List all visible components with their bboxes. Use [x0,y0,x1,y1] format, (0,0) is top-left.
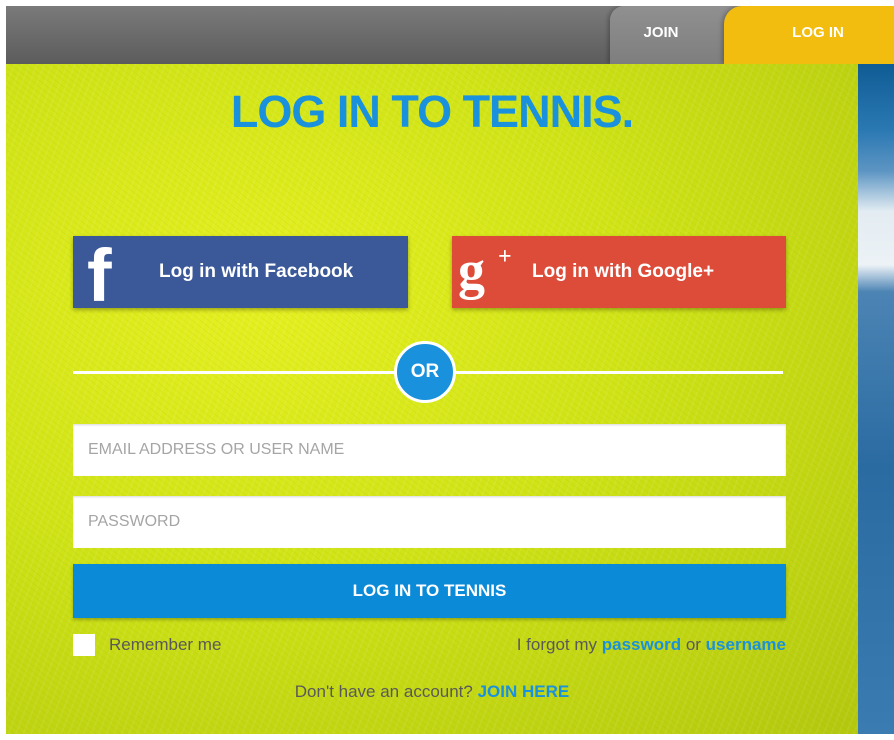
email-field[interactable] [73,424,786,476]
page-title: LOG IN TO TENNIS. [230,86,634,137]
google-plus-icon-plus: + [498,244,512,270]
signup-prefix: Don't have an account? [294,682,478,701]
forgot-credentials-text: I forgot my password or username [517,635,786,655]
join-here-link[interactable]: JOIN HERE [478,682,570,701]
forgot-middle: or [681,635,706,654]
background-edge-image [858,64,894,734]
forgot-password-link[interactable]: password [602,635,681,654]
remember-me-label: Remember me [109,635,222,654]
password-field[interactable] [73,496,786,548]
page-frame: JOIN LOG IN LOG IN TO TENNIS. f Log in w… [6,6,894,734]
tab-login[interactable]: LOG IN [724,6,894,64]
facebook-login-button[interactable]: f Log in with Facebook [73,234,408,317]
google-plus-login-label: Log in with Google+ [532,261,715,282]
facebook-login-label: Log in with Facebook [159,261,354,282]
tab-join[interactable]: JOIN [610,6,740,64]
remember-me-checkbox[interactable] [73,634,95,656]
forgot-prefix: I forgot my [516,635,602,654]
google-plus-icon: g [458,240,485,300]
facebook-icon: f [87,234,112,317]
or-badge: OR [394,341,456,403]
signup-prompt: Don't have an account? JOIN HERE [6,682,858,702]
google-plus-login-button[interactable]: g + Log in with Google+ [452,236,786,308]
login-submit-button[interactable]: LOG IN TO TENNIS [73,564,786,618]
forgot-username-link[interactable]: username [706,635,786,654]
